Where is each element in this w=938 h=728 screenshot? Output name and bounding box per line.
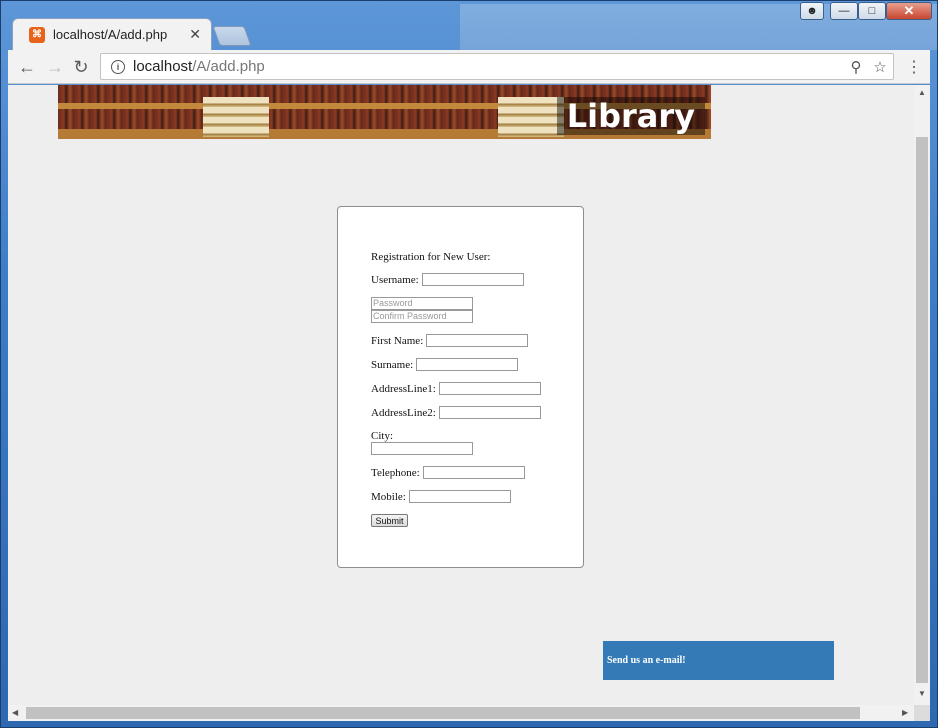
- banner-title: Library: [556, 97, 705, 135]
- address1-input[interactable]: [438, 382, 541, 395]
- maximize-button[interactable]: □: [858, 2, 886, 20]
- book-stack-image: [498, 97, 564, 137]
- mobile-row: Mobile:: [371, 490, 571, 503]
- first-name-input[interactable]: [426, 334, 529, 347]
- book-stack-image: [203, 97, 269, 137]
- browser-toolbar: ← → ↻ i localhost/A/add.php ⚲ ☆ ⋮: [8, 50, 930, 84]
- city-label: City:: [371, 430, 394, 442]
- browser-window: ☻ — □ ✕ ⌘ localhost/A/add.php ✕ ← → ↻ i …: [0, 0, 938, 728]
- info-icon[interactable]: i: [111, 59, 125, 74]
- back-arrow-icon[interactable]: ←: [16, 56, 38, 78]
- form-heading: Registration for New User:: [371, 251, 491, 263]
- form-body: Registration for New User: Username: Pas…: [371, 251, 571, 527]
- telephone-row: Telephone:: [371, 466, 571, 479]
- tab-title: localhost/A/add.php: [53, 27, 168, 42]
- url-text[interactable]: localhost/A/add.php: [133, 58, 845, 75]
- new-tab-button[interactable]: [212, 26, 252, 46]
- first-name-row: First Name:: [371, 334, 571, 347]
- address2-row: AddressLine2:: [371, 406, 571, 419]
- first-name-label: First Name:: [371, 334, 424, 347]
- submit-button[interactable]: Submit: [371, 514, 408, 527]
- favicon-icon: ⌘: [29, 26, 45, 43]
- url-path: /A/add.php: [192, 58, 265, 75]
- zoom-icon[interactable]: ⚲: [845, 58, 867, 76]
- username-row: Username:: [371, 273, 571, 286]
- minimize-button[interactable]: —: [830, 2, 858, 20]
- telephone-input[interactable]: [422, 466, 525, 479]
- telephone-label: Telephone:: [371, 466, 420, 479]
- kebab-menu-icon[interactable]: ⋮: [906, 57, 922, 77]
- email-link[interactable]: Send us an e-mail!: [603, 641, 834, 680]
- address1-row: AddressLine1:: [371, 382, 571, 395]
- scroll-up-icon[interactable]: ▲: [918, 88, 926, 97]
- vertical-scrollbar[interactable]: ▲ ▼: [914, 85, 930, 705]
- password-input[interactable]: Password: [371, 297, 473, 310]
- url-host: localhost: [133, 58, 193, 75]
- surname-input[interactable]: [416, 358, 519, 371]
- city-input[interactable]: [371, 442, 473, 455]
- horizontal-scrollbar[interactable]: ◀ ▶: [8, 705, 914, 721]
- star-icon[interactable]: ☆: [869, 58, 891, 76]
- close-window-button[interactable]: ✕: [886, 2, 932, 20]
- page-viewport: Library Registration for New User: Usern…: [8, 85, 914, 705]
- address2-label: AddressLine2:: [371, 406, 436, 419]
- surname-row: Surname:: [371, 358, 571, 371]
- city-row: City:: [371, 430, 571, 455]
- scroll-down-icon[interactable]: ▼: [918, 689, 926, 698]
- mobile-label: Mobile:: [371, 490, 406, 503]
- address-bar[interactable]: i localhost/A/add.php ⚲ ☆: [100, 53, 894, 80]
- surname-label: Surname:: [371, 358, 414, 371]
- address2-input[interactable]: [438, 406, 541, 419]
- forward-arrow-icon[interactable]: →: [44, 56, 66, 78]
- mobile-input[interactable]: [408, 490, 511, 503]
- password-group: Password Confirm Password: [371, 297, 571, 323]
- address1-label: AddressLine1:: [371, 382, 436, 395]
- horizontal-scroll-thumb[interactable]: [26, 707, 860, 719]
- browser-tab[interactable]: ⌘ localhost/A/add.php ✕: [12, 18, 212, 50]
- username-input[interactable]: [421, 273, 524, 286]
- user-icon[interactable]: ☻: [800, 2, 824, 20]
- confirm-password-input[interactable]: Confirm Password: [371, 310, 473, 323]
- scrollbar-corner: [914, 705, 930, 721]
- scroll-left-icon[interactable]: ◀: [12, 708, 18, 717]
- scroll-right-icon[interactable]: ▶: [902, 708, 908, 717]
- reload-icon[interactable]: ↻: [70, 56, 92, 78]
- tab-close-icon[interactable]: ✕: [189, 26, 201, 43]
- vertical-scroll-thumb[interactable]: [916, 137, 928, 683]
- library-banner: Library: [58, 85, 711, 139]
- registration-form: Registration for New User: Username: Pas…: [337, 206, 584, 568]
- username-label: Username:: [371, 273, 419, 286]
